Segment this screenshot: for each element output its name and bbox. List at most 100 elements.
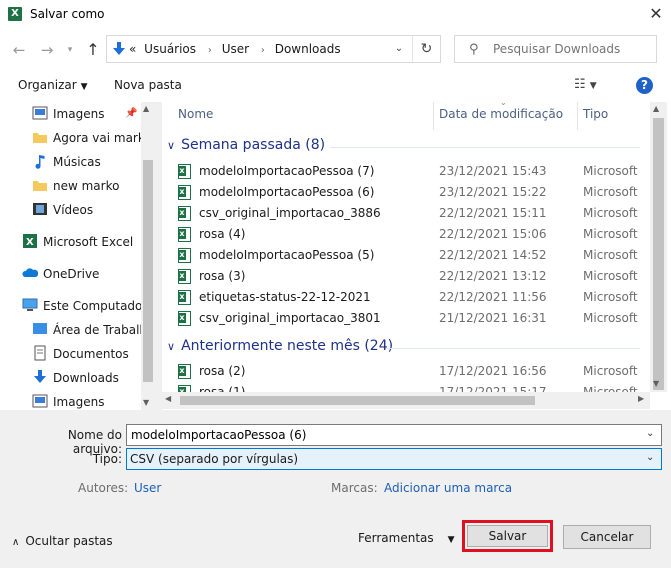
scroll-up-icon[interactable]: ▲ <box>653 104 659 113</box>
column-divider[interactable] <box>577 102 578 130</box>
nav-item-downloads[interactable]: Downloads <box>32 367 119 389</box>
refresh-icon[interactable]: ↻ <box>412 36 440 62</box>
organize-button[interactable]: Organizar ▼ <box>18 78 88 92</box>
excel-file-icon <box>178 227 191 242</box>
file-row[interactable]: modeloImportacaoPessoa (5) 22/12/2021 14:… <box>175 245 641 266</box>
file-list-vertical-thumb[interactable] <box>653 118 664 390</box>
nav-item-imagens[interactable]: Imagens <box>32 391 104 410</box>
nav-item-label: OneDrive <box>43 267 100 281</box>
up-arrow-icon[interactable]: ↑ <box>84 40 102 60</box>
file-row[interactable]: rosa (4) 22/12/2021 15:06 Microsoft Excel <box>175 224 641 245</box>
file-date: 22/12/2021 14:52 <box>439 248 547 262</box>
nav-item-documentos[interactable]: Documentos <box>32 343 129 365</box>
group-title: Semana passada (8) <box>181 137 326 153</box>
back-arrow-icon[interactable]: ← <box>10 40 28 60</box>
filename-input[interactable] <box>126 424 662 446</box>
column-header-type[interactable]: Tipo <box>583 107 608 121</box>
column-header-name[interactable]: Nome <box>178 107 213 121</box>
nav-item-musicas[interactable]: Músicas <box>32 151 101 173</box>
file-type: Microsoft Excel <box>583 248 641 262</box>
view-options-icon[interactable]: ☷ ▼ <box>574 77 597 92</box>
tools-button[interactable]: Ferramentas ▼ <box>358 531 455 545</box>
forward-arrow-icon[interactable]: → <box>38 40 56 60</box>
nav-item-microsoft-excel[interactable]: X Microsoft Excel <box>22 231 133 253</box>
chevron-down-icon[interactable]: ⌄ <box>646 452 654 463</box>
chevron-up-icon: ∧ <box>12 537 20 548</box>
pictures-icon <box>32 394 48 408</box>
file-row[interactable]: rosa (3) 22/12/2021 13:12 Microsoft Excel <box>175 266 641 287</box>
downloads-icon <box>34 370 46 383</box>
documents-icon <box>34 345 46 361</box>
recent-locations-chevron-icon[interactable]: ▾ <box>64 40 76 60</box>
nav-item-este-computador[interactable]: Este Computador <box>22 295 147 317</box>
authors-link[interactable]: User <box>134 481 161 495</box>
excel-file-icon <box>178 269 191 284</box>
excel-file-icon <box>178 164 191 179</box>
file-row[interactable]: modeloImportacaoPessoa (7) 23/12/2021 15:… <box>175 161 641 182</box>
column-header-date[interactable]: Data de modificação <box>439 107 563 121</box>
nav-item-onedrive[interactable]: OneDrive <box>22 263 99 285</box>
nav-item-label: Documentos <box>53 347 129 361</box>
excel-file-icon <box>178 364 191 379</box>
file-row[interactable]: rosa (2) 17/12/2021 16:56 Microsoft Excel <box>175 361 641 382</box>
search-icon: ⚲ <box>469 42 479 57</box>
file-row[interactable]: csv_original_importacao_3801 21/12/2021 1… <box>175 308 641 329</box>
tags-label: Marcas: <box>331 481 378 495</box>
file-date: 22/12/2021 11:56 <box>439 290 547 304</box>
scroll-right-icon[interactable]: ▶ <box>638 394 644 403</box>
search-box[interactable]: ⚲ <box>454 35 657 63</box>
music-icon <box>35 155 45 169</box>
chevron-right-icon[interactable]: › <box>208 45 212 56</box>
chevron-down-icon[interactable]: ⌄ <box>646 428 654 439</box>
group-header-last-week[interactable]: ∨ Semana passada (8) <box>167 137 325 153</box>
nav-scrollbar-thumb[interactable] <box>143 160 153 382</box>
new-folder-button[interactable]: Nova pasta <box>114 78 182 92</box>
address-bar[interactable]: « Usuários › User › Downloads ⌄ ↻ <box>106 35 441 63</box>
cancel-button[interactable]: Cancelar <box>563 525 651 549</box>
nav-item-area-de-trabalho[interactable]: Área de Trabalho <box>32 319 154 341</box>
nav-item-label: Este Computador <box>43 299 148 313</box>
file-name: rosa (4) <box>199 227 246 241</box>
search-input[interactable] <box>493 40 653 58</box>
group-title: Anteriormente neste mês (24) <box>181 338 394 354</box>
chevron-down-icon[interactable]: ⌄ <box>390 40 408 58</box>
file-row[interactable]: csv_original_importacao_3886 22/12/2021 1… <box>175 203 641 224</box>
chevron-right-icon[interactable]: › <box>261 45 265 56</box>
nav-item-agora-vai-marko[interactable]: Agora vai marko <box>32 127 152 149</box>
scroll-down-icon[interactable]: ▼ <box>653 379 659 388</box>
nav-item-new-marko[interactable]: new marko <box>32 175 119 197</box>
hide-folders-button[interactable]: ∧ Ocultar pastas <box>12 534 113 548</box>
scroll-left-icon[interactable]: ◀ <box>165 394 171 403</box>
hide-folders-label: Ocultar pastas <box>25 534 113 548</box>
scroll-down-icon[interactable]: ▼ <box>143 398 149 407</box>
nav-item-label: Vídeos <box>53 203 94 217</box>
nav-item-imagens-quick[interactable]: Imagens 📌 <box>32 103 137 125</box>
nav-item-label: Microsoft Excel <box>43 235 134 249</box>
file-type: Microsoft Excel <box>583 227 641 241</box>
help-icon[interactable]: ? <box>636 77 653 94</box>
group-divider <box>330 147 640 148</box>
file-list-horizontal-thumb[interactable] <box>180 396 535 405</box>
file-row[interactable]: etiquetas-status-22-12-2021 22/12/2021 11… <box>175 287 641 308</box>
pin-icon[interactable]: 📌 <box>125 103 137 125</box>
breadcrumb-item-downloads[interactable]: Downloads <box>275 42 341 56</box>
file-row[interactable]: rosa (1) 17/12/2021 15:17 Microsoft Excel <box>175 382 641 392</box>
close-button[interactable]: ✕ <box>641 0 671 30</box>
file-type: Microsoft Excel <box>583 269 641 283</box>
add-tag-link[interactable]: Adicionar uma marca <box>384 481 512 495</box>
column-divider[interactable] <box>433 102 434 130</box>
nav-item-label: Músicas <box>53 155 101 169</box>
file-type: Microsoft Excel <box>583 364 641 378</box>
save-button[interactable]: Salvar <box>467 525 548 547</box>
file-row[interactable]: modeloImportacaoPessoa (6) 23/12/2021 15:… <box>175 182 641 203</box>
excel-file-icon <box>178 290 191 305</box>
file-name: csv_original_importacao_3886 <box>199 206 381 220</box>
breadcrumb-overflow[interactable]: « <box>129 42 136 56</box>
excel-file-icon <box>178 185 191 200</box>
group-header-earlier-this-month[interactable]: ∨ Anteriormente neste mês (24) <box>167 338 393 354</box>
excel-file-icon <box>178 248 191 263</box>
breadcrumb-item-user[interactable]: User <box>222 42 249 56</box>
breadcrumb-item-usuarios[interactable]: Usuários <box>144 42 196 56</box>
nav-item-videos[interactable]: Vídeos <box>32 199 93 221</box>
scroll-up-icon[interactable]: ▲ <box>143 104 149 113</box>
